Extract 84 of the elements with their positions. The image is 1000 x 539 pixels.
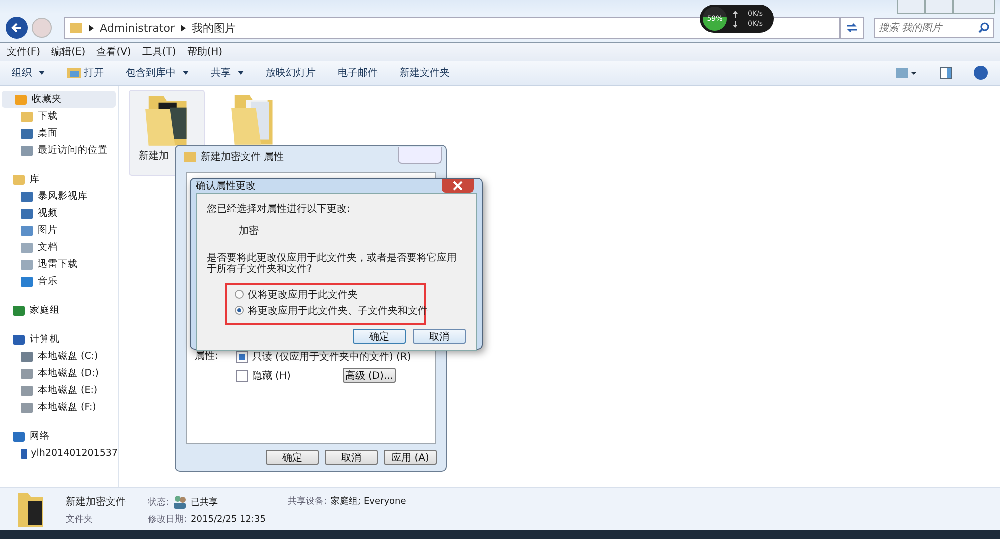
- toolbar-button[interactable]: 打开: [67, 66, 104, 80]
- advanced-button[interactable]: 高级 (D)...: [342, 368, 396, 383]
- menu-item[interactable]: 文件(F): [7, 45, 41, 59]
- folder-icon: [16, 491, 44, 527]
- menu-item[interactable]: 查看(V): [96, 45, 132, 59]
- question-text: 是否要将此更改仅应用于此文件夹，或者是否要将它应用于所有子文件夹和文件?: [207, 253, 458, 275]
- down-arrow-icon: [733, 20, 738, 28]
- sidebar-item[interactable]: 文档: [0, 239, 118, 256]
- option-label[interactable]: 仅将更改应用于此文件夹: [248, 288, 358, 302]
- window-title: 确认属性更改: [196, 180, 256, 193]
- field-value: 家庭组; Everyone: [331, 496, 406, 508]
- field-label: 修改日期:: [148, 514, 188, 526]
- sidebar-item[interactable]: 网络: [0, 428, 118, 445]
- field-value: 已共享: [191, 496, 218, 508]
- sidebar-item[interactable]: 暴风影视库: [0, 188, 118, 205]
- checkbox-label: 隐藏 (H): [252, 370, 291, 382]
- field-label: 共享设备:: [288, 496, 328, 508]
- sidebar-item[interactable]: 本地磁盘 (D:): [0, 365, 118, 382]
- field-value: 2015/2/25 12:35: [191, 514, 266, 524]
- sidebar-item[interactable]: 迅雷下载: [0, 256, 118, 273]
- file-name: 新建加密文件: [66, 496, 126, 509]
- toolbar-button[interactable]: 放映幻灯片: [266, 66, 316, 80]
- sidebar-item[interactable]: 桌面: [0, 125, 118, 142]
- checkbox[interactable]: [236, 350, 248, 362]
- sidebar-item[interactable]: 收藏夹: [2, 91, 116, 108]
- folder-icon: [69, 21, 83, 35]
- view-options-button[interactable]: [896, 67, 918, 79]
- folder-icon: [184, 151, 196, 163]
- sidebar-item[interactable]: 本地磁盘 (C:): [0, 348, 118, 365]
- message-text: 您已经选择对属性进行以下更改:: [207, 202, 352, 216]
- sidebar-item[interactable]: 视频: [0, 205, 118, 222]
- folder-icon: [67, 67, 81, 79]
- menu-item[interactable]: 工具(T): [142, 45, 176, 59]
- toolbar-button[interactable]: 新建文件夹: [400, 66, 450, 80]
- refresh-button[interactable]: [840, 17, 864, 39]
- dialog-button[interactable]: 确定: [266, 450, 319, 465]
- sidebar-item[interactable]: 下载: [0, 108, 118, 125]
- folder-icon: [20, 110, 34, 124]
- help-button[interactable]: [974, 66, 988, 80]
- caret-icon: [183, 71, 189, 75]
- sidebar-item[interactable]: 最近访问的位置: [0, 142, 118, 159]
- menu-item[interactable]: 编辑(E): [52, 45, 86, 59]
- sidebar-item[interactable]: 库: [0, 171, 118, 188]
- sidebar-item[interactable]: ylh201401201537: [0, 445, 118, 462]
- arrow-icon: [11, 22, 23, 34]
- toolbar-button[interactable]: 共享: [211, 66, 244, 80]
- sidebar-item[interactable]: 图片: [0, 222, 118, 239]
- radio-button[interactable]: [235, 290, 244, 299]
- close-icon: [453, 181, 463, 191]
- up-arrow-icon: [733, 10, 738, 18]
- caret-icon: [39, 71, 45, 75]
- sidebar-item[interactable]: 本地磁盘 (F:): [0, 399, 118, 416]
- sidebar-item[interactable]: 音乐: [0, 273, 118, 290]
- search-icon: [978, 22, 990, 34]
- sidebar-item[interactable]: 计算机: [0, 331, 118, 348]
- file-type: 文件夹: [66, 514, 94, 526]
- caret-icon: [238, 71, 244, 75]
- preview-pane-button[interactable]: [940, 67, 952, 79]
- field-label: 属性:: [195, 350, 218, 364]
- chevron-icon: [181, 24, 186, 32]
- toolbar-button[interactable]: 电子邮件: [338, 66, 378, 80]
- users-icon: [173, 495, 188, 509]
- chevron-icon: [89, 24, 94, 32]
- field-label: 状态:: [148, 496, 170, 508]
- checkbox[interactable]: [236, 370, 248, 382]
- sidebar-item[interactable]: 本地磁盘 (E:): [0, 382, 118, 399]
- breadcrumb[interactable]: Administrator: [100, 22, 175, 34]
- search-field[interactable]: 搜索 我的图片: [874, 18, 994, 38]
- dialog-button[interactable]: 应用 (A): [384, 450, 437, 465]
- refresh-icon: [846, 23, 858, 33]
- dialog-button[interactable]: 取消: [325, 450, 378, 465]
- breadcrumb[interactable]: 我的图片: [192, 20, 236, 36]
- radio-button[interactable]: [235, 306, 244, 315]
- toolbar-button[interactable]: 组织: [12, 66, 45, 80]
- dialog-button[interactable]: 取消: [413, 329, 466, 344]
- folder-icon: [12, 172, 26, 186]
- menu-item[interactable]: 帮助(H): [187, 45, 223, 59]
- checkbox-label: 只读 (仅应用于文件夹中的文件) (R): [252, 350, 412, 364]
- dialog-button[interactable]: 确定: [353, 329, 406, 344]
- close-button[interactable]: [442, 179, 474, 193]
- toolbar-button[interactable]: 包含到库中: [126, 66, 189, 80]
- sidebar-item[interactable]: 家庭组: [0, 302, 118, 319]
- change-text: 加密: [239, 224, 260, 238]
- back-button[interactable]: [6, 17, 28, 39]
